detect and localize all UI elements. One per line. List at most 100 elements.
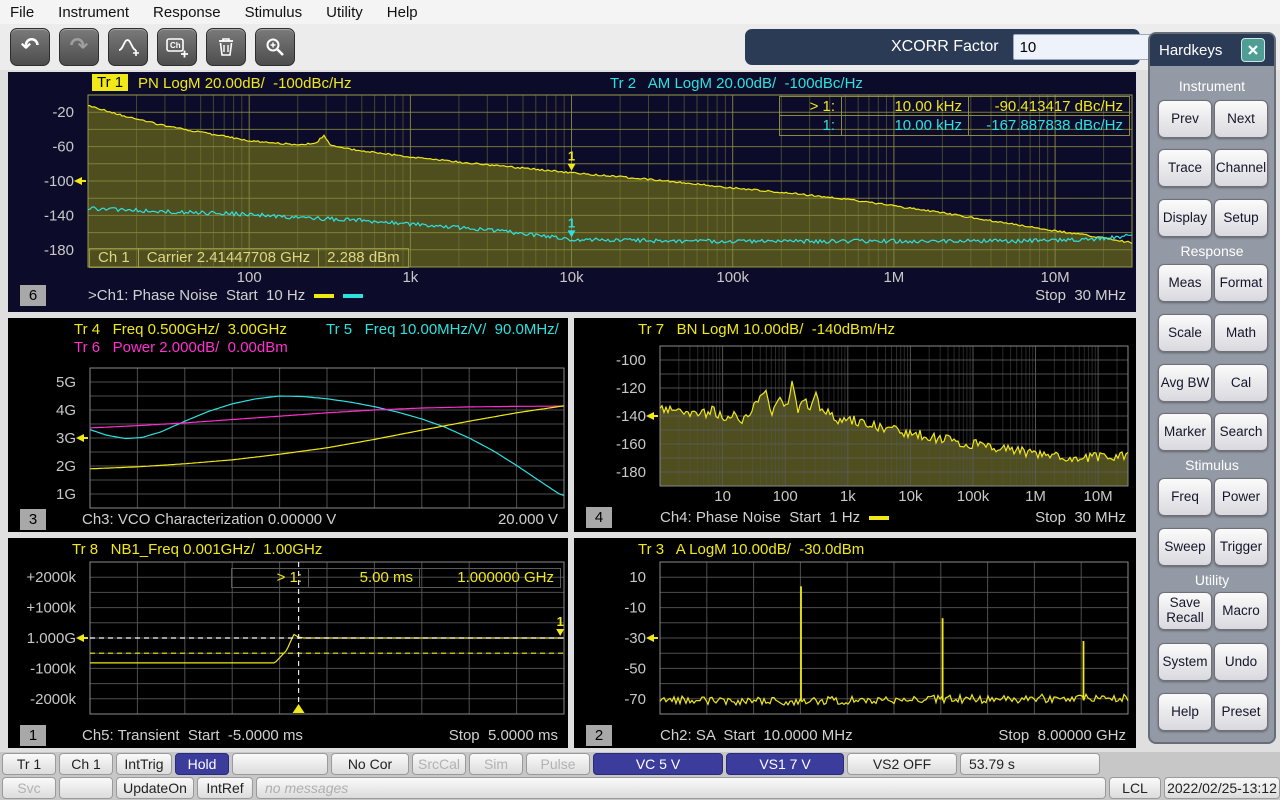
menu-file[interactable]: File bbox=[10, 4, 34, 21]
delete-button[interactable] bbox=[206, 28, 246, 66]
hardkey-freq[interactable]: Freq bbox=[1158, 478, 1212, 516]
hardkey-avg-bw[interactable]: Avg BW bbox=[1158, 364, 1212, 402]
status-messages: no messages bbox=[256, 777, 1106, 799]
hardkey-search[interactable]: Search bbox=[1214, 413, 1268, 451]
svg-text:-180: -180 bbox=[616, 464, 646, 481]
add-trace-button[interactable] bbox=[108, 28, 148, 66]
undo-button[interactable]: ↶ bbox=[10, 28, 50, 66]
status-hold[interactable]: Hold bbox=[175, 753, 229, 775]
svg-text:-70: -70 bbox=[624, 691, 646, 708]
hardkey-next[interactable]: Next bbox=[1214, 100, 1268, 138]
trace6-label[interactable]: Tr 6 Power 2.000dB/ 0.00dBm bbox=[74, 339, 288, 356]
app-window: File Instrument Response Stimulus Utilit… bbox=[0, 0, 1280, 800]
spectrum-panel[interactable]: Tr 3 A LogM 10.00dB/ -30.0dBm 10-10-30-5… bbox=[574, 538, 1136, 748]
add-trace-icon bbox=[117, 37, 139, 57]
toolbar: ↶ ↷ Ch bbox=[0, 24, 1280, 70]
hardkeys-title: Hardkeys bbox=[1159, 42, 1222, 59]
close-icon bbox=[1247, 44, 1259, 56]
marker-id: > 1: bbox=[231, 568, 309, 588]
status-update[interactable]: UpdateOn bbox=[116, 777, 194, 799]
menu-utility[interactable]: Utility bbox=[326, 4, 363, 21]
status-sim[interactable]: Sim bbox=[469, 753, 523, 775]
status-reference[interactable]: IntRef bbox=[197, 777, 253, 799]
channel-sweep-info: Ch4: Phase Noise Start 1 Hz bbox=[660, 509, 860, 526]
add-channel-button[interactable]: Ch bbox=[157, 28, 197, 66]
trace3-label[interactable]: Tr 3 A LogM 10.00dB/ -30.0dBm bbox=[638, 541, 864, 558]
channel-sweep-info: >Ch1: Phase Noise Start 10 Hz bbox=[88, 287, 305, 304]
trace7-label[interactable]: Tr 7 BN LogM 10.00dB/ -140dBm/Hz bbox=[638, 321, 895, 338]
hardkeys-close-button[interactable] bbox=[1241, 38, 1265, 62]
menu-help[interactable]: Help bbox=[387, 4, 418, 21]
hardkey-system[interactable]: System bbox=[1158, 643, 1212, 681]
hardkey-power[interactable]: Power bbox=[1214, 478, 1268, 516]
hardkey-cal[interactable]: Cal bbox=[1214, 364, 1268, 402]
svg-text:-180: -180 bbox=[44, 242, 74, 259]
sa-plot[interactable]: 10-10-30-50-70 bbox=[574, 560, 1136, 726]
section-utility: Utility bbox=[1150, 572, 1274, 588]
zoom-in-icon bbox=[264, 36, 286, 58]
status-pulse[interactable]: Pulse bbox=[526, 753, 590, 775]
phase-noise-footer: 6 >Ch1: Phase Noise Start 10 Hz Stop 30 … bbox=[8, 284, 1136, 310]
transient-panel[interactable]: Tr 8 NB1_Freq 0.001GHz/ 1.00GHz +2000k+1… bbox=[8, 538, 568, 748]
svg-text:1M: 1M bbox=[1025, 488, 1046, 505]
menu-response[interactable]: Response bbox=[153, 4, 221, 21]
channel-sweep-info: Ch2: SA Start 10.0000 MHz bbox=[660, 727, 853, 744]
hardkey-trigger[interactable]: Trigger bbox=[1214, 528, 1268, 566]
trace4-label[interactable]: Tr 4 Freq 0.500GHz/ 3.00GHz bbox=[74, 321, 287, 338]
svg-text:10k: 10k bbox=[898, 488, 923, 505]
trace5-label[interactable]: Tr 5 Freq 10.00MHz/V/ 90.0MHz/ bbox=[326, 321, 559, 338]
hardkey-display[interactable]: Display bbox=[1158, 199, 1212, 237]
hardkey-math[interactable]: Math bbox=[1214, 314, 1268, 352]
panel-number: 2 bbox=[586, 725, 612, 746]
hardkey-save-recall[interactable]: Save Recall bbox=[1158, 592, 1212, 630]
hardkey-format[interactable]: Format bbox=[1214, 264, 1268, 302]
zoom-button[interactable] bbox=[255, 28, 295, 66]
trace1-chip[interactable]: Tr 1 bbox=[92, 74, 128, 91]
trace1-label[interactable]: PN LogM 20.00dB/ -100dBc/Hz bbox=[138, 75, 351, 92]
phase-noise-panel[interactable]: Tr 1 PN LogM 20.00dB/ -100dBc/Hz Tr 2 AM… bbox=[8, 72, 1136, 312]
hardkey-meas[interactable]: Meas bbox=[1158, 264, 1212, 302]
hardkey-marker[interactable]: Marker bbox=[1158, 413, 1212, 451]
hardkey-help[interactable]: Help bbox=[1158, 693, 1212, 731]
hardkey-trace[interactable]: Trace bbox=[1158, 149, 1212, 187]
hardkey-undo[interactable]: Undo bbox=[1214, 643, 1268, 681]
carrier-power: 2.288 dBm bbox=[318, 248, 409, 268]
status-srccal[interactable]: SrcCal bbox=[412, 753, 466, 775]
hardkey-preset[interactable]: Preset bbox=[1214, 693, 1268, 731]
status-vs1[interactable]: VS1 7 V bbox=[726, 753, 844, 775]
svg-text:-140: -140 bbox=[616, 408, 646, 425]
carrier-channel: Ch 1 bbox=[89, 248, 139, 268]
status-vs2[interactable]: VS2 OFF bbox=[847, 753, 957, 775]
vco-plot[interactable]: 5G4G3G2G1G bbox=[8, 358, 568, 510]
status-trigger-source[interactable]: IntTrig bbox=[116, 753, 172, 775]
marker-x: 10.00 kHz bbox=[841, 96, 968, 116]
svg-text:-160: -160 bbox=[616, 436, 646, 453]
svg-text:1: 1 bbox=[557, 614, 564, 629]
bn-plot[interactable]: -100-120-140-160-180101001k10k100k1M10M bbox=[574, 340, 1136, 508]
redo-button[interactable]: ↷ bbox=[59, 28, 99, 66]
hardkey-setup[interactable]: Setup bbox=[1214, 199, 1268, 237]
trace1-legend-dash bbox=[314, 294, 334, 298]
sa-header: Tr 3 A LogM 10.00dB/ -30.0dBm bbox=[574, 538, 1136, 560]
trace2-label[interactable]: Tr 2 AM LogM 20.00dB/ -100dBc/Hz bbox=[610, 75, 863, 92]
hardkey-sweep[interactable]: Sweep bbox=[1158, 528, 1212, 566]
baseband-noise-panel[interactable]: Tr 7 BN LogM 10.00dB/ -140dBm/Hz -100-12… bbox=[574, 318, 1136, 532]
hardkeys-panel: Hardkeys Instrument Prev Next Trace Chan… bbox=[1148, 32, 1276, 744]
marker-x: 5.00 ms bbox=[308, 568, 420, 588]
hardkey-macro[interactable]: Macro bbox=[1214, 592, 1268, 630]
hardkey-channel[interactable]: Channel bbox=[1214, 149, 1268, 187]
trace8-label[interactable]: Tr 8 NB1_Freq 0.001GHz/ 1.00GHz bbox=[72, 541, 322, 558]
menu-stimulus[interactable]: Stimulus bbox=[245, 4, 303, 21]
menu-instrument[interactable]: Instrument bbox=[58, 4, 129, 21]
sweep-stop: 20.000 V bbox=[498, 511, 558, 528]
status-trace[interactable]: Tr 1 bbox=[2, 753, 56, 775]
status-correction[interactable]: No Cor bbox=[331, 753, 409, 775]
marker-row: > 1: 10.00 kHz -90.413417 dBc/Hz bbox=[779, 96, 1130, 116]
channel-sweep-info: Ch5: Transient Start -5.0000 ms bbox=[82, 727, 303, 744]
status-vc[interactable]: VC 5 V bbox=[593, 753, 723, 775]
vco-panel[interactable]: Tr 4 Freq 0.500GHz/ 3.00GHz Tr 5 Freq 10… bbox=[8, 318, 568, 532]
hardkey-scale[interactable]: Scale bbox=[1158, 314, 1212, 352]
hardkey-prev[interactable]: Prev bbox=[1158, 100, 1212, 138]
section-instrument: Instrument bbox=[1150, 78, 1274, 94]
status-channel[interactable]: Ch 1 bbox=[59, 753, 113, 775]
